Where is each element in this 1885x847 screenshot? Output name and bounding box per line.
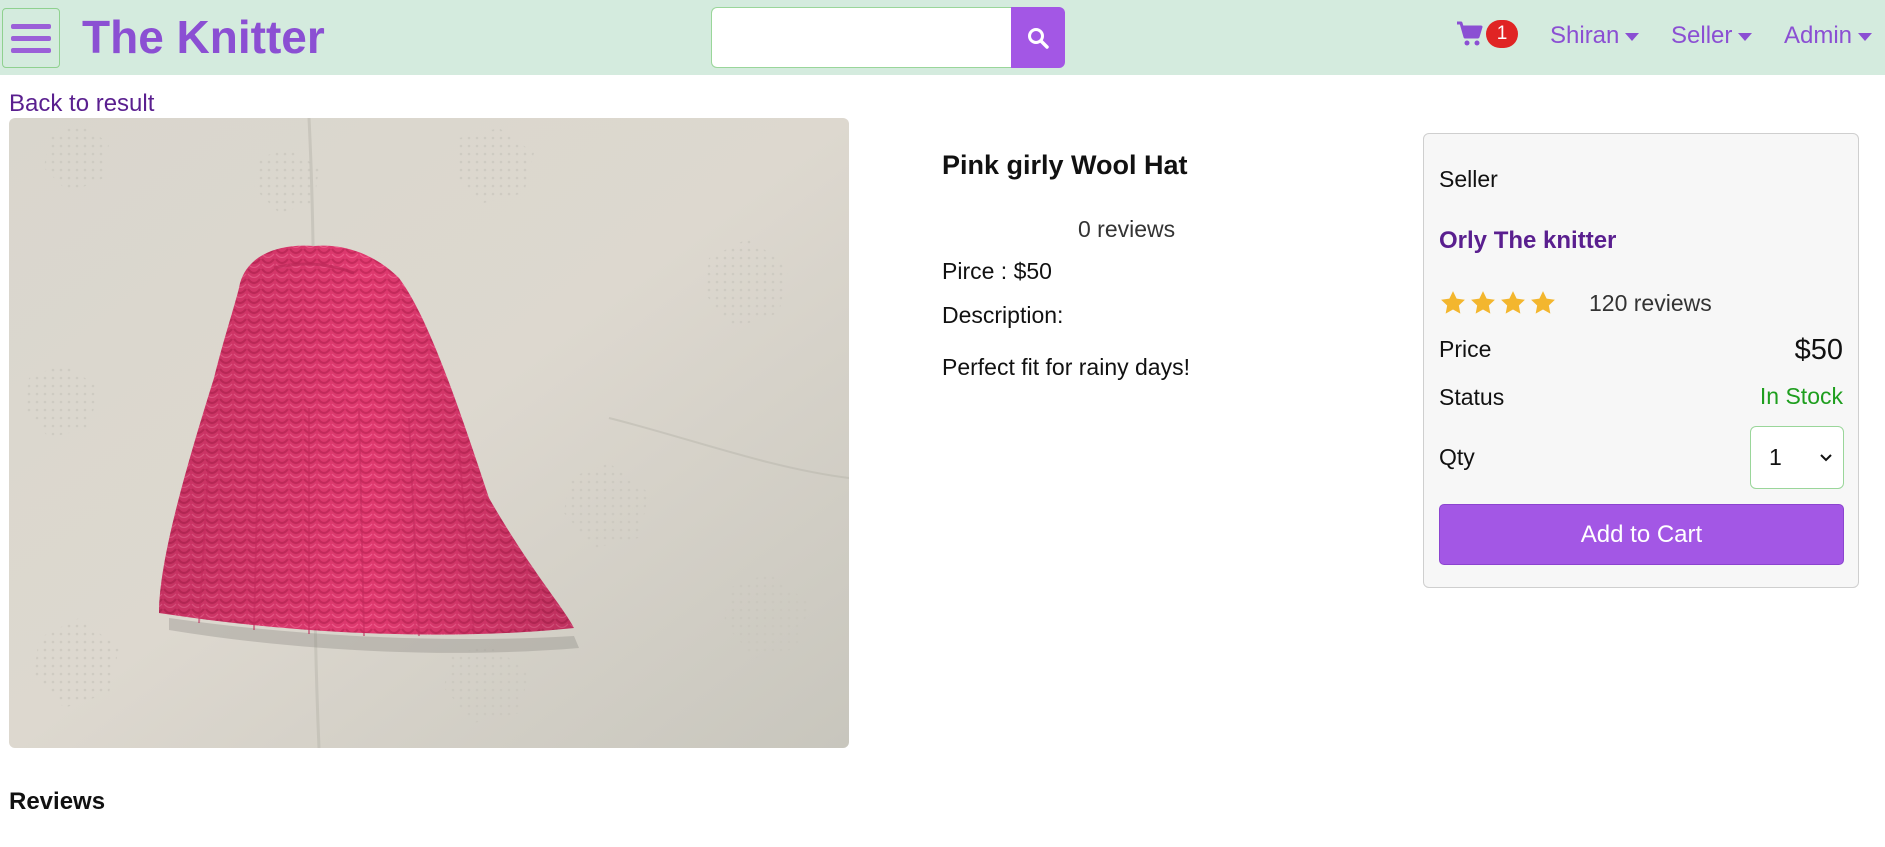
product-description: Perfect fit for rainy days!: [942, 354, 1190, 380]
product-title: Pink girly Wool Hat: [942, 150, 1188, 180]
product-review-count: 0 reviews: [1078, 216, 1176, 242]
search-icon: [1028, 27, 1049, 49]
seller-menu-dropdown[interactable]: Seller: [1671, 22, 1753, 50]
product-price: Pirce : $50: [942, 258, 1052, 284]
star-icon: [1471, 291, 1495, 314]
top-navbar: The Knitter 1 Shiran Seller Admin: [0, 0, 1885, 75]
chevron-down-icon: [1820, 453, 1832, 461]
product-photo: [9, 118, 849, 748]
search-button[interactable]: [1011, 7, 1065, 68]
admin-menu-label: Admin: [1784, 22, 1853, 49]
brand-logo-link[interactable]: The Knitter: [82, 10, 325, 64]
user-menu-dropdown[interactable]: Shiran: [1550, 22, 1640, 50]
quantity-value: 1: [1769, 444, 1782, 470]
star-icon: [1531, 291, 1555, 314]
star-icon: [1501, 291, 1525, 314]
caret-down-icon: [1738, 33, 1753, 41]
stock-status: In Stock: [1759, 383, 1843, 409]
back-to-result-link[interactable]: Back to result: [9, 90, 154, 118]
seller-label: Seller: [1439, 166, 1498, 192]
add-to-cart-button[interactable]: Add to Cart: [1439, 504, 1844, 565]
price-value: $50: [1794, 334, 1843, 366]
admin-menu-dropdown[interactable]: Admin: [1784, 22, 1873, 50]
seller-purchase-card: Seller Orly The knitter 120 reviews Pric…: [1423, 133, 1859, 588]
seller-menu-label: Seller: [1671, 22, 1733, 49]
hamburger-icon-bar: [11, 35, 51, 41]
reviews-heading: Reviews: [9, 788, 106, 815]
price-label: Price: [1439, 336, 1492, 362]
sidebar-toggle-button[interactable]: [2, 8, 60, 68]
seller-review-count: 120 reviews: [1589, 290, 1712, 316]
search-input[interactable]: [711, 7, 1011, 68]
hamburger-icon-bar: [11, 23, 51, 29]
user-menu-label: Shiran: [1550, 22, 1620, 49]
shopping-cart-icon: [1457, 21, 1483, 46]
hamburger-icon-bar: [11, 47, 51, 53]
quantity-select[interactable]: 1: [1750, 426, 1844, 489]
seller-rating-stars: [1439, 289, 1557, 317]
seller-name-link[interactable]: Orly The knitter: [1439, 227, 1616, 255]
caret-down-icon: [1858, 33, 1873, 41]
description-label: Description:: [942, 302, 1064, 328]
qty-label: Qty: [1439, 444, 1475, 470]
cart-count-badge: 1: [1486, 20, 1518, 48]
cart-link[interactable]: 1: [1456, 20, 1518, 48]
product-image: [9, 118, 849, 748]
status-label: Status: [1439, 384, 1505, 410]
caret-down-icon: [1625, 33, 1640, 41]
star-icon: [1441, 291, 1465, 314]
